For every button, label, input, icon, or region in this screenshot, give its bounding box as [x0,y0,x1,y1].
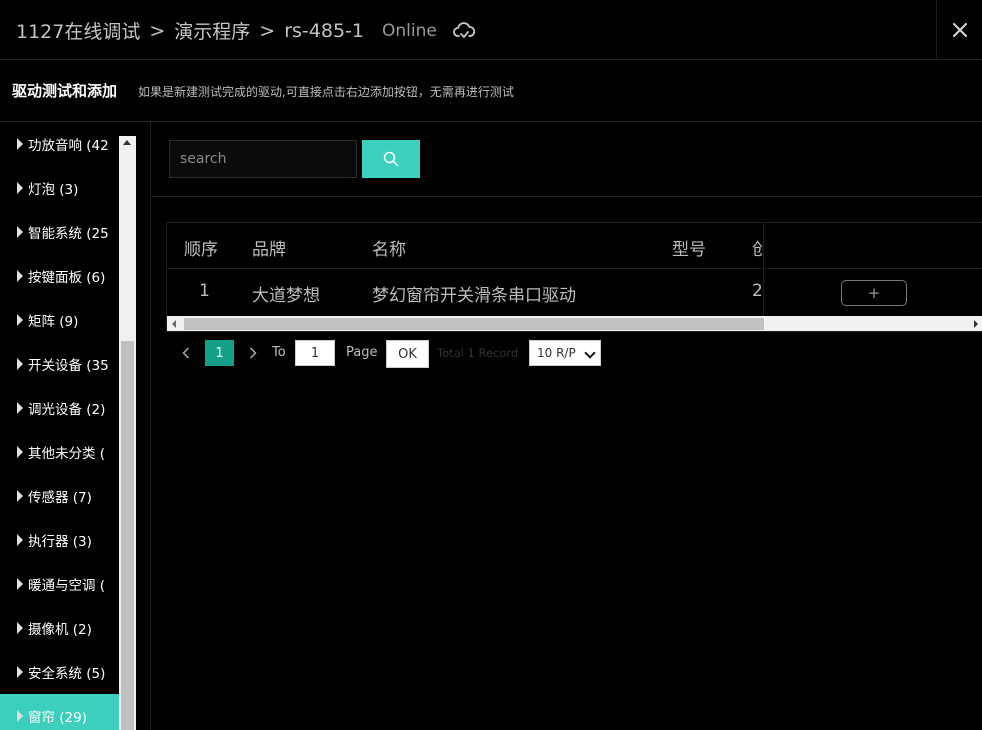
triangle-right-icon [17,314,23,326]
close-button[interactable] [936,0,982,59]
breadcrumb-project[interactable]: 1127在线调试 [16,17,140,44]
category-sidebar: 功放音响 (42 灯泡 (3) 智能系统 (25 按键面板 (6) 矩阵 (9)… [0,122,136,730]
breadcrumb-device: rs-485-1 [284,19,364,42]
scrollbar-thumb[interactable] [121,341,134,730]
breadcrumb-separator: > [259,19,276,42]
category-item-active[interactable]: 窗帘 (29) [0,694,119,730]
category-item[interactable]: 其他未分类 ( [0,430,119,474]
breadcrumb-program[interactable]: 演示程序 [174,17,250,44]
triangle-right-icon [17,446,23,458]
cell-order: 1 [199,281,210,301]
search-input[interactable] [169,140,357,178]
table-horizontal-scrollbar[interactable] [167,316,982,331]
cloud-check-icon [452,21,475,41]
triangle-right-icon [17,182,23,194]
category-item[interactable]: 暖通与空调 ( [0,562,119,606]
category-item[interactable]: 矩阵 (9) [0,298,119,342]
column-header-brand: 品牌 [252,240,286,260]
scroll-right-arrow[interactable] [974,320,978,328]
search-button[interactable] [362,140,420,178]
scrollbar-thumb[interactable] [184,318,764,330]
triangle-right-icon [17,710,23,722]
goto-label: To [272,345,286,360]
goto-page-input[interactable] [295,340,335,366]
row-divider [167,268,982,269]
column-header-order: 顺序 [184,240,218,260]
triangle-right-icon [17,358,23,370]
prev-page-button[interactable] [176,340,196,366]
page-size-select[interactable]: 10 R/P [529,340,601,366]
panel-divider [150,122,151,730]
triangle-right-icon [17,622,23,634]
page-label: Page [346,345,378,360]
triangle-right-icon [17,666,23,678]
page-hint: 如果是新建测试完成的驱动,可直接点击右边添加按钮，无需再进行测试 [138,85,514,99]
online-status: Online [382,20,437,41]
scroll-left-arrow[interactable] [172,320,176,328]
category-item[interactable]: 执行器 (3) [0,518,119,562]
cell-brand: 大道梦想 [252,286,320,306]
goto-ok-button[interactable]: OK [386,340,429,368]
triangle-right-icon [17,578,23,590]
category-item[interactable]: 灯泡 (3) [0,166,119,210]
triangle-right-icon [17,226,23,238]
page-size-value: 10 R/P [537,346,576,360]
triangle-right-icon [17,490,23,502]
category-item[interactable]: 安全系统 (5) [0,650,119,694]
category-item[interactable]: 摄像机 (2) [0,606,119,650]
chevron-right-icon [249,347,257,359]
category-item[interactable]: 智能系统 (25 [0,210,119,254]
fixed-column-divider [763,223,764,317]
breadcrumb: 1127在线调试 > 演示程序 > rs-485-1 Online [16,17,475,44]
triangle-right-icon [17,534,23,546]
chevron-down-icon [584,347,596,359]
triangle-right-icon [17,138,23,150]
sub-header: 驱动测试和添加 如果是新建测试完成的驱动,可直接点击右边添加按钮，无需再进行测试 [0,60,982,122]
cell-name: 梦幻窗帘开关滑条串口驱动 [372,286,576,306]
page-title: 驱动测试和添加 [12,82,118,100]
pagination: 1 To Page OK Total 1 Record 10 R/P [166,340,666,368]
triangle-right-icon [17,270,23,282]
category-item[interactable]: 调光设备 (2) [0,386,119,430]
category-item[interactable]: 传感器 (7) [0,474,119,518]
top-bar: 1127在线调试 > 演示程序 > rs-485-1 Online [0,0,982,60]
column-header-name: 名称 [372,240,406,260]
add-driver-button[interactable]: + [841,280,907,306]
breadcrumb-separator: > [149,19,166,42]
triangle-right-icon [17,402,23,414]
category-item[interactable]: 功放音响 (42 [0,122,119,166]
chevron-left-icon [182,347,190,359]
category-item[interactable]: 按键面板 (6) [0,254,119,298]
search-bar [151,122,982,197]
category-list: 功放音响 (42 灯泡 (3) 智能系统 (25 按键面板 (6) 矩阵 (9)… [0,122,119,730]
close-icon [953,22,967,37]
driver-table: 顺序 品牌 名称 型号 创 1 大道梦想 梦幻窗帘开关滑条串口驱动 2 + [166,222,982,332]
next-page-button[interactable] [243,340,263,366]
page-number-active[interactable]: 1 [205,340,234,366]
sidebar-scrollbar[interactable] [119,136,136,730]
scroll-up-arrow[interactable] [123,140,131,145]
column-header-model: 型号 [672,240,706,260]
total-records: Total 1 Record [437,346,519,360]
category-item[interactable]: 开关设备 (35 [0,342,119,386]
search-icon [383,151,399,167]
cell-created: 2 [752,281,763,301]
column-header-created: 创 [752,235,763,260]
